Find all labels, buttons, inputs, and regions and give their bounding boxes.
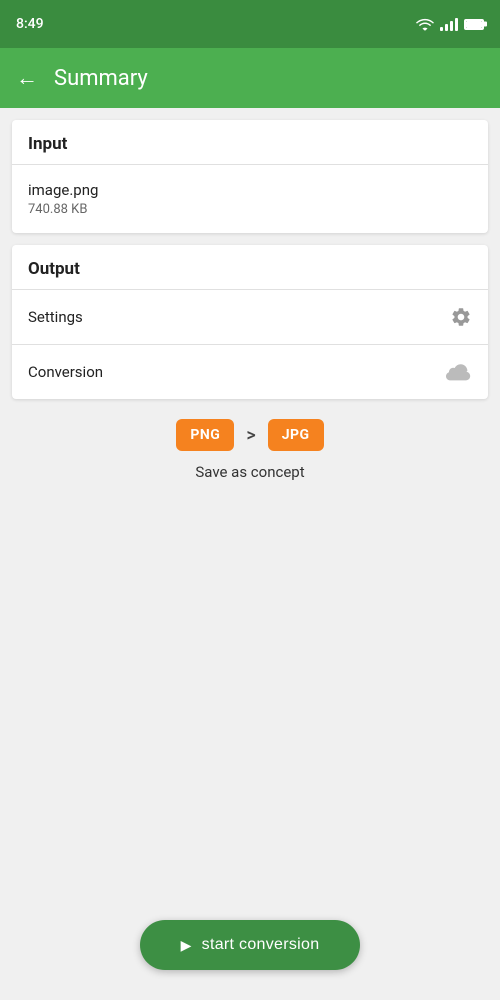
status-icons [416,17,485,31]
file-name: image.png [28,181,98,199]
signal-bars-icon [440,18,459,31]
conversion-badges: PNG > JPG [12,419,488,451]
from-format-badge[interactable]: PNG [176,419,234,451]
file-size: 740.88 KB [28,202,98,217]
start-button-label: start conversion [202,936,320,954]
to-format-badge[interactable]: JPG [268,419,324,451]
back-button[interactable]: ← [16,65,38,91]
app-bar: ← Summary [0,48,500,108]
save-concept-label[interactable]: Save as concept [12,463,488,481]
play-icon: ▶ [181,937,192,954]
fab-bar: ▶ start conversion [0,920,500,970]
output-label: Output [28,259,80,279]
start-conversion-button[interactable]: ▶ start conversion [140,920,360,970]
settings-label: Settings [28,308,83,326]
output-card-header: Output [12,245,488,290]
settings-row[interactable]: Settings [12,290,488,344]
status-bar: 8:49 [0,0,500,48]
output-card: Output Settings Conversion [12,245,488,399]
battery-icon [464,19,484,30]
wifi-icon [416,17,434,31]
cloud-icon [446,361,472,383]
arrow-icon: > [246,425,255,446]
page-title: Summary [54,66,148,91]
input-card: Input image.png 740.88 KB [12,120,488,233]
input-label: Input [28,134,67,154]
conversion-row[interactable]: Conversion [12,344,488,399]
status-time: 8:49 [16,16,44,32]
gear-icon [450,306,472,328]
main-content: Input image.png 740.88 KB Output Setting… [0,108,500,1000]
input-file-row: image.png 740.88 KB [12,165,488,233]
input-card-header: Input [12,120,488,165]
file-info: image.png 740.88 KB [28,181,98,217]
conversion-label: Conversion [28,363,103,381]
